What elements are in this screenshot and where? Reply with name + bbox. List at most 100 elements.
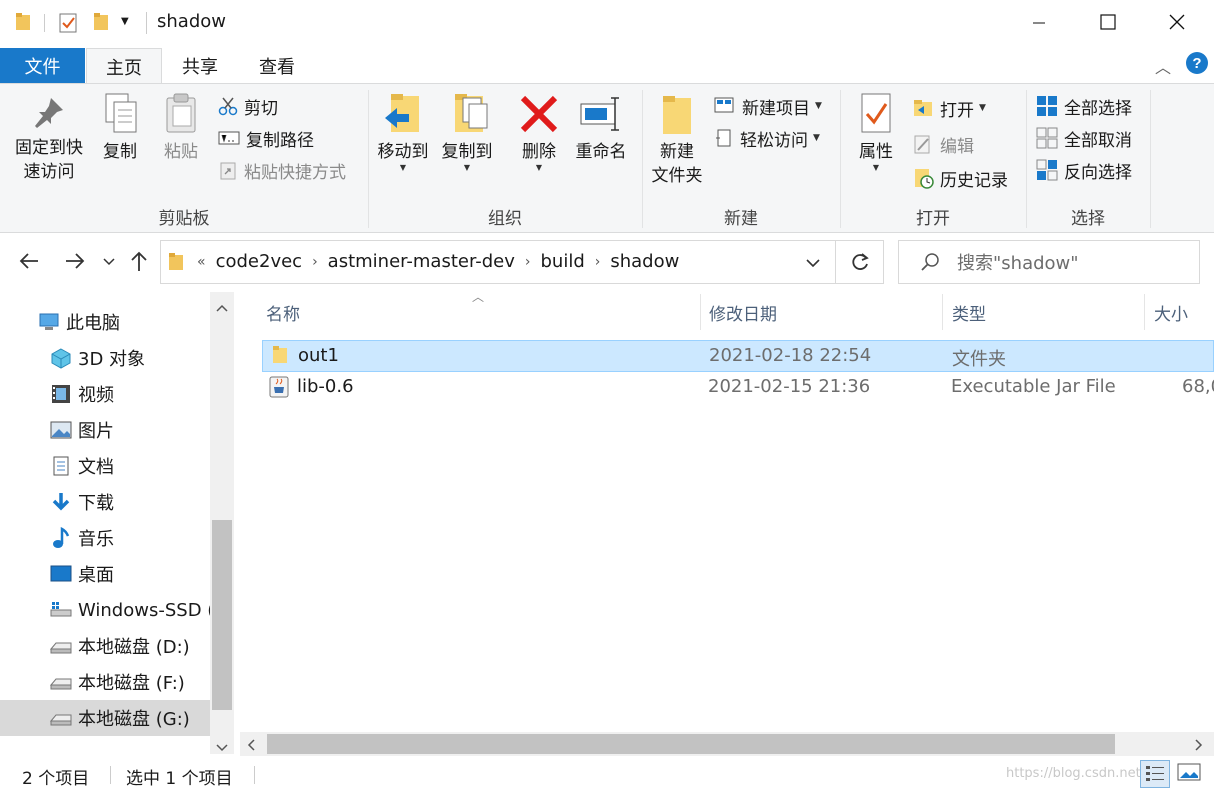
column-divider[interactable] <box>1144 294 1145 330</box>
new-item-button[interactable]: 新建项目 ▼ <box>714 92 822 120</box>
large-icons-view-button[interactable] <box>1176 762 1202 789</box>
paste-shortcut-button[interactable]: 粘贴快捷方式 <box>218 156 346 184</box>
back-button[interactable] <box>18 250 40 277</box>
properties-quick-icon[interactable] <box>58 12 78 39</box>
nav-item-drive-d[interactable]: 本地磁盘 (D:) <box>0 628 210 664</box>
chevron-right-icon[interactable]: › <box>595 254 601 270</box>
properties-icon <box>861 93 891 133</box>
search-box[interactable]: 搜索"shadow" <box>898 240 1200 284</box>
file-row[interactable]: out1 2021-02-18 22:54 文件夹 <box>262 340 1214 372</box>
file-date: 2021-02-18 22:54 <box>709 345 872 366</box>
copy-path-icon <box>218 131 240 145</box>
new-item-icon <box>714 97 734 113</box>
help-icon[interactable]: ? <box>1185 51 1209 80</box>
up-button[interactable] <box>128 249 150 278</box>
folder-icon <box>14 12 32 37</box>
collapse-ribbon-icon[interactable]: ︿ <box>1155 54 1171 78</box>
tab-view[interactable]: 查看 <box>240 48 314 84</box>
nav-item-desktop[interactable]: 桌面 <box>0 556 210 592</box>
file-row[interactable]: lib-0.6 2021-02-15 21:36 Executable Jar … <box>262 372 1214 404</box>
column-header-type[interactable]: 类型 <box>952 300 986 325</box>
delete-icon <box>520 95 558 133</box>
nav-item-documents[interactable]: 文档 <box>0 448 210 484</box>
new-group-label: 新建 <box>724 209 758 229</box>
nav-scroll-thumb[interactable] <box>212 520 232 710</box>
nav-pane-scrollbar[interactable] <box>210 292 234 754</box>
window-title: shadow <box>157 11 226 32</box>
column-header-date[interactable]: 修改日期 <box>709 300 777 325</box>
new-folder-quick-icon[interactable] <box>92 12 110 37</box>
breadcrumb-build[interactable]: build <box>540 251 584 272</box>
watermark: https://blog.csdn.net/... <box>1006 766 1158 781</box>
tab-home[interactable]: 主页 <box>86 48 162 85</box>
title-bar: ▼ shadow <box>0 0 1214 44</box>
tab-file[interactable]: 文件 <box>0 48 85 84</box>
breadcrumb-shadow[interactable]: shadow <box>610 251 679 272</box>
scroll-up-icon[interactable] <box>215 298 229 318</box>
forward-button[interactable] <box>64 250 86 277</box>
scroll-left-icon[interactable] <box>246 737 256 757</box>
column-divider[interactable] <box>700 294 701 330</box>
nav-item-pictures[interactable]: 图片 <box>0 412 210 448</box>
new-folder-label-2: 文件夹 <box>651 166 703 186</box>
scroll-right-icon[interactable] <box>1194 737 1204 757</box>
rename-button[interactable]: 重命名 <box>570 92 632 164</box>
chevron-right-icon[interactable]: › <box>312 254 318 270</box>
breadcrumb-code2vec[interactable]: code2vec <box>216 251 302 272</box>
history-button[interactable]: 历史记录 <box>912 164 1008 192</box>
file-size: 68,0 <box>1182 376 1214 397</box>
nav-item-videos[interactable]: 视频 <box>0 376 210 412</box>
copy-to-button[interactable]: 复制到 ▼ <box>436 92 498 172</box>
nav-item-drive-f[interactable]: 本地磁盘 (F:) <box>0 664 210 700</box>
organize-group-label: 组织 <box>488 209 522 229</box>
details-view-button[interactable] <box>1140 760 1170 788</box>
nav-item-music[interactable]: 音乐 <box>0 520 210 556</box>
column-header-name[interactable]: 名称 <box>266 300 300 325</box>
paste-button[interactable]: 粘贴 <box>156 92 206 164</box>
rename-label: 重命名 <box>575 142 627 162</box>
move-to-button[interactable]: 移动到 ▼ <box>372 92 434 172</box>
chevron-down-icon <box>103 258 115 266</box>
easy-access-button[interactable]: 轻松访问 ▼ <box>714 124 820 152</box>
hscroll-thumb[interactable] <box>267 734 1115 754</box>
nav-item-this-pc[interactable]: 此电脑 <box>0 304 210 340</box>
music-icon <box>53 527 70 548</box>
pin-quick-access-button[interactable]: 固定到快 速访问 <box>10 92 88 184</box>
close-button[interactable] <box>1142 0 1212 44</box>
select-none-button[interactable]: 全部取消 <box>1036 124 1132 152</box>
properties-button[interactable]: 属性 ▼ <box>850 92 902 172</box>
delete-button[interactable]: 删除 ▼ <box>514 92 564 172</box>
column-header-size[interactable]: 大小 <box>1154 300 1188 325</box>
nav-item-3d-objects[interactable]: 3D 对象 <box>0 340 210 376</box>
nav-item-windows-ssd[interactable]: Windows-SSD ( <box>0 592 210 628</box>
edit-button[interactable]: 编辑 <box>912 130 974 158</box>
cut-button[interactable]: 剪切 <box>218 92 278 120</box>
new-item-label: 新建项目 <box>742 98 810 119</box>
maximize-button[interactable] <box>1073 0 1143 44</box>
breadcrumb-astminer[interactable]: astminer-master-dev <box>328 251 515 272</box>
tab-share[interactable]: 共享 <box>163 48 237 84</box>
recent-locations-button[interactable] <box>102 254 116 274</box>
select-all-button[interactable]: 全部选择 <box>1036 92 1132 120</box>
nav-item-drive-g[interactable]: 本地磁盘 (G:) <box>0 700 210 736</box>
scroll-down-icon[interactable] <box>215 738 229 758</box>
new-folder-button[interactable]: 新建 文件夹 <box>646 92 708 188</box>
breadcrumb-overflow[interactable]: « <box>197 254 206 270</box>
file-list-horizontal-scrollbar[interactable] <box>240 732 1214 756</box>
address-bar[interactable]: « code2vec › astminer-master-dev › build… <box>160 240 836 284</box>
copy-button[interactable]: 复制 <box>96 92 144 164</box>
nav-item-downloads[interactable]: 下载 <box>0 484 210 520</box>
explorer-window: ▼ shadow 文件 主页 共享 查看 ︿ ? 固定到快 速访问 复制 粘贴 … <box>0 0 1214 793</box>
rename-icon <box>580 97 619 131</box>
invert-selection-button[interactable]: 反向选择 <box>1036 156 1132 184</box>
minimize-button[interactable] <box>1004 0 1074 44</box>
open-button[interactable]: 打开 ▼ <box>912 94 986 122</box>
refresh-button[interactable] <box>836 240 884 284</box>
address-history-button[interactable] <box>805 255 821 276</box>
jar-file-icon <box>268 376 290 403</box>
copy-path-button[interactable]: 复制路径 <box>218 124 314 152</box>
column-divider[interactable] <box>942 294 943 330</box>
customize-toolbar-icon[interactable]: ▼ <box>121 16 129 27</box>
paste-shortcut-label: 粘贴快捷方式 <box>244 162 346 183</box>
chevron-right-icon[interactable]: › <box>525 254 531 270</box>
